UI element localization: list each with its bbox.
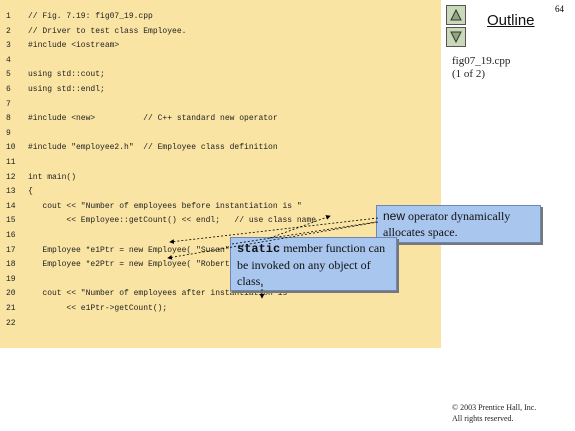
copyright-line1: © 2003 Prentice Hall, Inc. xyxy=(452,403,537,412)
arrow-static-line15b xyxy=(269,215,331,239)
outline-up-button[interactable] xyxy=(446,5,466,25)
triangle-down-icon xyxy=(450,31,462,44)
outline-title: Outline xyxy=(487,12,535,29)
outline-part: (1 of 2) xyxy=(452,68,485,80)
outline-down-button[interactable] xyxy=(446,27,466,47)
copyright-line2: All rights reserved. xyxy=(452,414,514,423)
triangle-up-icon xyxy=(450,8,462,21)
page-number: 64 xyxy=(555,4,564,14)
outline-file-name: fig07_19.cpp xyxy=(452,55,511,67)
arrow-new-line17 xyxy=(169,217,379,244)
arrow-new-line18 xyxy=(167,221,379,260)
